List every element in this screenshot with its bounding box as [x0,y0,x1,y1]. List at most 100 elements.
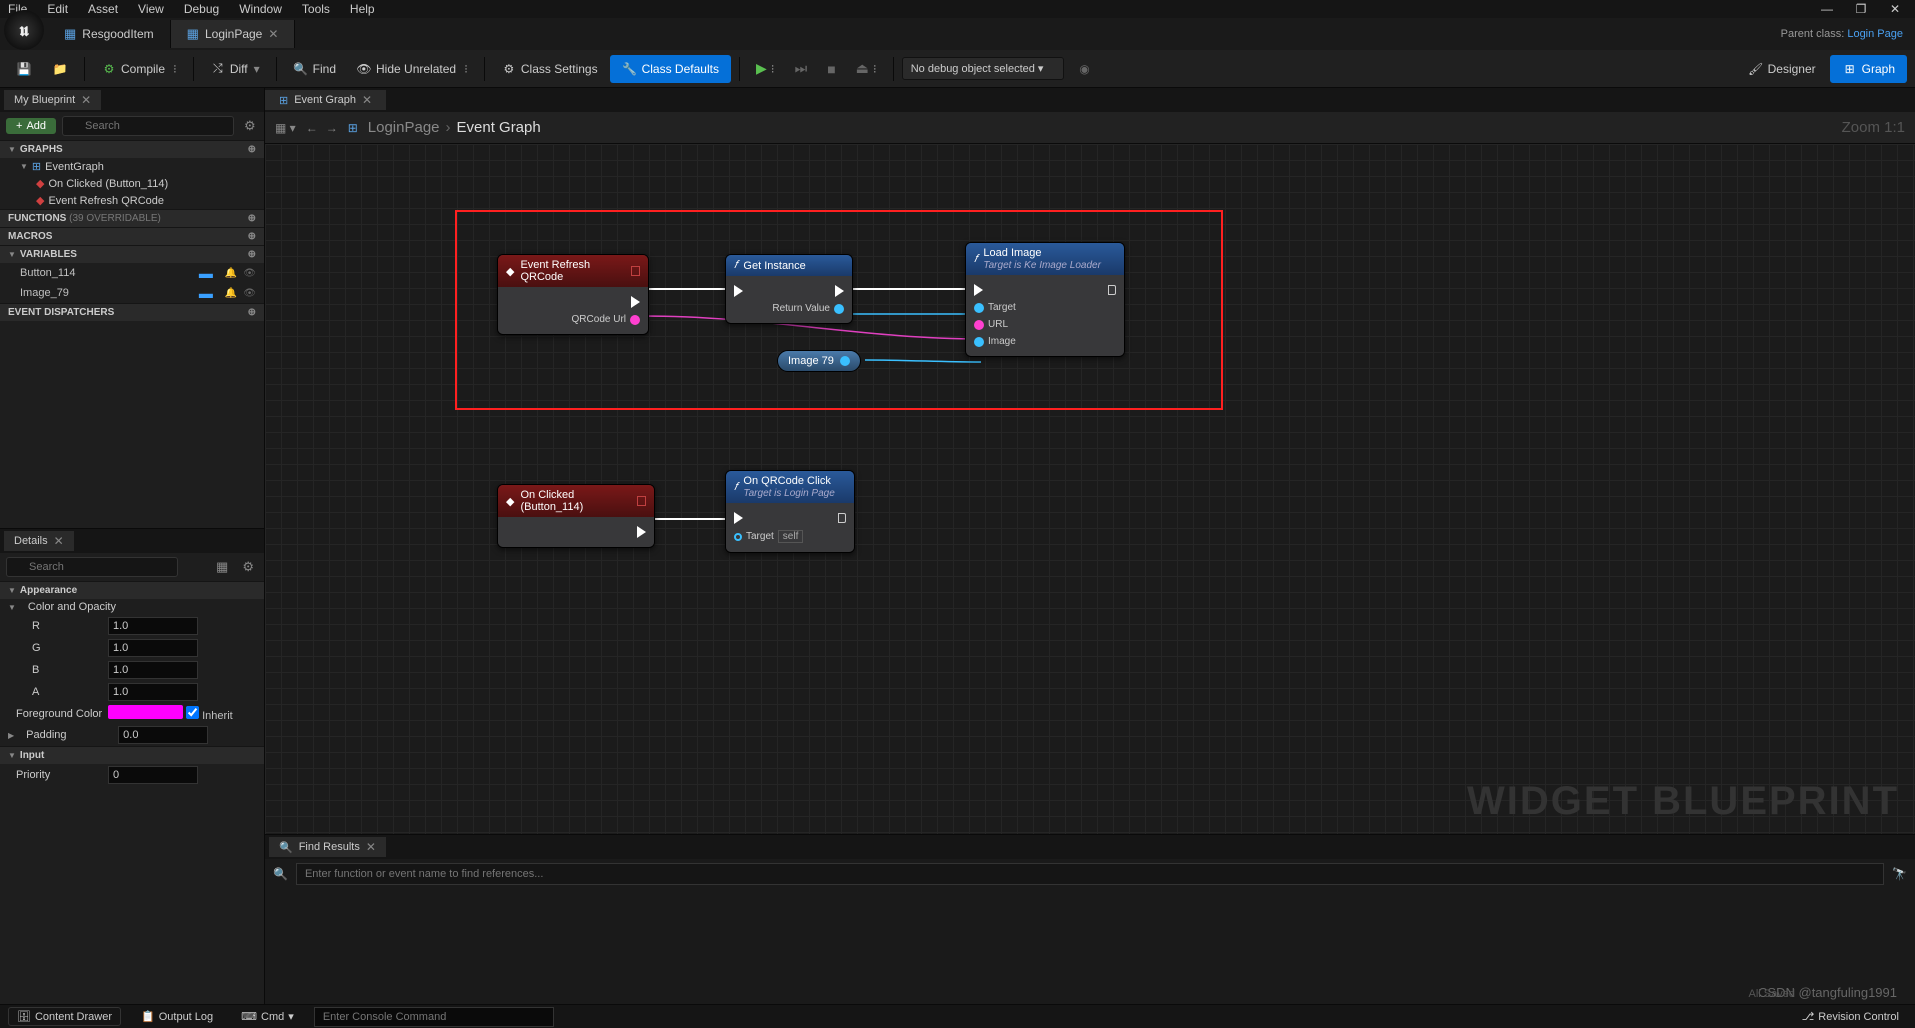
menu-asset[interactable]: Asset [88,2,118,16]
content-drawer-button[interactable]: 🗄Content Drawer [8,1007,121,1026]
play-button[interactable]: ▶⁝ [748,56,783,81]
maximize-button[interactable]: ❐ [1849,2,1873,16]
delegate-pin[interactable] [631,266,640,276]
nav-forward-icon[interactable]: → [326,121,338,135]
object-pin[interactable] [840,356,850,366]
eject-button[interactable]: ⏏⁝ [848,56,885,81]
hide-unrelated-button[interactable]: 👁Hide Unrelated⁝ [348,57,476,81]
object-pin[interactable] [974,303,984,313]
macros-category[interactable]: MACROS⊕ [0,227,264,245]
unreal-logo-icon[interactable]: 𝖚 [4,10,44,50]
my-blueprint-tab[interactable]: My Blueprint ✕ [4,90,101,110]
exec-out-pin[interactable] [637,526,646,538]
details-tab[interactable]: Details ✕ [4,531,74,551]
event-graph-item[interactable]: ▼⊞EventGraph [0,158,264,175]
binoculars-icon[interactable]: 🔭 [1892,867,1907,881]
node-on-clicked[interactable]: ◆On Clicked (Button_114) [497,484,655,548]
exec-in-pin[interactable] [734,512,743,524]
node-event-refresh-qrcode[interactable]: ◆Event Refresh QRCode QRCode Url [497,254,649,335]
designer-button[interactable]: 🖌Designer [1740,57,1824,81]
padding-input[interactable] [118,726,208,744]
details-search-input[interactable] [6,557,178,577]
parent-class-link[interactable]: Login Page [1847,28,1903,40]
g-input[interactable] [108,639,198,657]
object-pin[interactable] [834,304,844,314]
tab-resgooditem[interactable]: ▦ ResgoodItem [48,20,171,48]
variables-category[interactable]: ▼VARIABLES⊕ [0,245,264,263]
exec-out-pin[interactable] [835,285,844,297]
priority-input[interactable] [108,766,198,784]
event-item[interactable]: ◆On Clicked (Button_114) [0,175,264,192]
close-icon[interactable]: ✕ [362,93,372,107]
exec-out-pin[interactable] [631,296,640,308]
event-graph-tab[interactable]: ⊞ Event Graph ✕ [265,90,386,110]
console-input[interactable] [314,1007,554,1027]
a-input[interactable] [108,683,198,701]
step-button[interactable]: ⏭ [787,56,816,81]
graph-canvas[interactable]: ◆Event Refresh QRCode QRCode Url 𝑓Get In… [265,144,1915,834]
tab-loginpage[interactable]: ▦ LoginPage ✕ [171,20,296,48]
exec-in-pin[interactable] [734,285,743,297]
find-results-tab[interactable]: 🔍 Find Results ✕ [269,837,386,857]
stop-button[interactable]: ■ [819,57,843,81]
class-defaults-button[interactable]: 🔧Class Defaults [610,55,731,83]
compile-button[interactable]: ⚙Compile⁝ [93,57,185,81]
find-input[interactable] [296,863,1884,885]
menu-window[interactable]: Window [239,2,282,16]
b-input[interactable] [108,661,198,679]
string-pin[interactable] [974,320,984,330]
debug-filter-button[interactable]: ◉ [1068,57,1100,81]
exec-out-pin[interactable] [838,513,846,523]
object-pin[interactable] [974,337,984,347]
r-input[interactable] [108,617,198,635]
close-icon[interactable]: ✕ [366,840,376,854]
eye-icon[interactable]: 👁 [243,268,256,279]
delegate-pin[interactable] [637,496,646,506]
nav-back-icon[interactable]: ← [306,121,318,135]
close-button[interactable]: ✕ [1883,2,1907,16]
variable-item[interactable]: Button_114▬🔔👁 [0,263,264,283]
tab-close-icon[interactable]: ✕ [268,27,278,41]
mybp-search-input[interactable] [62,116,234,136]
save-button[interactable]: 💾 [8,57,40,81]
node-variable-image79[interactable]: Image 79 [777,350,861,372]
graphs-category[interactable]: ▼GRAPHS⊕ [0,140,264,158]
menu-tools[interactable]: Tools [302,2,330,16]
find-button[interactable]: 🔍Find [285,57,344,81]
node-load-image[interactable]: 𝑓Load ImageTarget is Ke Image Loader Tar… [965,242,1125,357]
bell-icon[interactable]: 🔔 [225,288,237,299]
appearance-category[interactable]: ▼Appearance [0,581,264,599]
class-settings-button[interactable]: ⚙Class Settings [493,57,606,81]
menu-edit[interactable]: Edit [47,2,68,16]
cmd-button[interactable]: ⌨Cmd ▾ [233,1008,302,1025]
eye-icon[interactable]: 👁 [243,288,256,299]
menu-help[interactable]: Help [350,2,375,16]
add-button[interactable]: + Add [6,118,56,134]
diff-button[interactable]: ⤭Diff▾ [202,57,268,81]
debug-object-select[interactable]: No debug object selected ▾ [902,57,1065,80]
settings-icon[interactable]: ⚙ [240,118,260,134]
node-on-qrcode-click[interactable]: 𝑓On QRCode ClickTarget is Login Page Tar… [725,470,855,553]
self-pin-value[interactable]: self [778,530,804,543]
node-get-instance[interactable]: 𝑓Get Instance Return Value [725,254,853,324]
event-dispatchers-category[interactable]: EVENT DISPATCHERS⊕ [0,303,264,321]
inherit-checkbox[interactable] [186,706,199,719]
exec-in-pin[interactable] [974,284,983,296]
menu-debug[interactable]: Debug [184,2,219,16]
exec-out-pin[interactable] [1108,285,1116,295]
grid-icon[interactable]: ▦ [212,559,232,575]
graph-button[interactable]: ⊞Graph [1830,55,1907,83]
revision-control-button[interactable]: ⎇Revision Control [1794,1008,1907,1025]
event-item[interactable]: ◆Event Refresh QRCode [0,192,264,209]
minimize-button[interactable]: — [1815,2,1839,16]
crumb-bp[interactable]: LoginPage [368,119,440,136]
close-icon[interactable]: ✕ [81,93,91,107]
functions-category[interactable]: FUNCTIONS (39 OVERRIDABLE)⊕ [0,209,264,227]
options-icon[interactable]: ▦ ▾ [275,121,296,135]
settings-icon[interactable]: ⚙ [238,559,258,575]
bell-icon[interactable]: 🔔 [225,268,237,279]
string-pin[interactable] [630,315,640,325]
fg-color-swatch[interactable] [108,705,183,719]
menu-view[interactable]: View [138,2,164,16]
crumb-graph[interactable]: Event Graph [457,119,541,136]
